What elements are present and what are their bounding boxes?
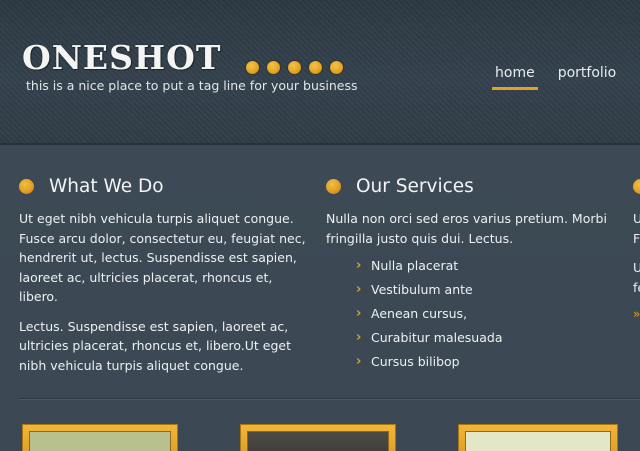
chevron-right-icon: › <box>356 306 362 321</box>
orange-dot-icon <box>19 178 34 194</box>
orange-dot-icon <box>267 61 280 74</box>
list-item-label: Aenean cursus, <box>371 306 468 321</box>
list-item[interactable]: › Aenean cursus, <box>356 302 616 326</box>
chevron-right-icon: › <box>356 354 362 369</box>
portfolio-thumbnail[interactable] <box>240 424 396 451</box>
portfolio-thumbnail[interactable] <box>458 424 618 451</box>
orange-dot-icon <box>326 178 341 194</box>
section-text-fragment: U <box>633 260 640 275</box>
list-item-label: Cursus bilibop <box>371 354 460 369</box>
section-heading: What We Do <box>19 175 309 197</box>
logo-dots <box>246 61 343 74</box>
section-paragraph: Lectus. Suspendisse est sapien, laoreet … <box>19 318 292 373</box>
content-divider <box>18 398 640 400</box>
nav-item-portfolio[interactable]: portfolio <box>555 62 620 90</box>
site-header: ONESHOT this is a nice place to put a ta… <box>0 0 640 145</box>
site-logo[interactable]: ONESHOT <box>22 38 221 78</box>
section-title: What We Do <box>49 175 164 197</box>
list-item[interactable]: › Cursus bilibop <box>356 350 616 374</box>
section-title: Our Services <box>356 175 474 197</box>
nav-item-services[interactable]: se <box>636 62 640 90</box>
site-tagline: this is a nice place to put a tag line f… <box>26 78 358 93</box>
thumbnail-image <box>29 431 171 451</box>
services-list: › Nulla placerat › Vestibulum ante › Aenean… <box>356 254 616 374</box>
chevron-right-icon: › <box>356 282 362 297</box>
section-heading: Our Services <box>326 175 616 197</box>
orange-dot-icon <box>330 61 343 74</box>
what-we-do-section: What We Do Ut eget nibh vehicula turpis … <box>19 175 309 385</box>
section-text-fragment: F <box>633 230 640 246</box>
nav-item-home[interactable]: home <box>492 62 538 90</box>
main-content: What We Do Ut eget nibh vehicula turpis … <box>0 145 640 451</box>
orange-dot-icon <box>288 61 301 74</box>
third-section: U F U fe » <box>633 175 640 321</box>
orange-dot-icon <box>309 61 322 74</box>
section-paragraph: Nulla non orci sed eros varius pretium. … <box>326 211 607 246</box>
list-item-label: Vestibulum ante <box>371 282 473 297</box>
list-item[interactable]: › Nulla placerat <box>356 254 616 278</box>
main-nav: home portfolio se <box>492 62 640 90</box>
chevron-right-icon: › <box>356 330 362 345</box>
section-paragraph: Ut eget nibh vehicula turpis aliquet con… <box>19 211 306 304</box>
orange-dot-icon <box>633 178 640 194</box>
list-item-label: Curabitur malesuada <box>371 330 503 345</box>
list-item-label: Nulla placerat <box>371 258 459 273</box>
page: ONESHOT this is a nice place to put a ta… <box>0 0 640 451</box>
section-text-fragment: U <box>633 211 640 226</box>
thumbnail-image <box>465 431 611 451</box>
section-text-fragment: fe <box>633 279 640 295</box>
portfolio-thumbnail[interactable] <box>22 424 178 451</box>
chevron-right-icon: › <box>356 258 362 273</box>
section-heading <box>633 175 640 197</box>
orange-dot-icon <box>246 61 259 74</box>
list-item[interactable]: › Vestibulum ante <box>356 278 616 302</box>
thumbnail-image <box>247 431 389 451</box>
list-item[interactable]: › Curabitur malesuada <box>356 326 616 350</box>
read-more-link[interactable]: » <box>633 307 640 321</box>
our-services-section: Our Services Nulla non orci sed eros var… <box>326 175 616 374</box>
